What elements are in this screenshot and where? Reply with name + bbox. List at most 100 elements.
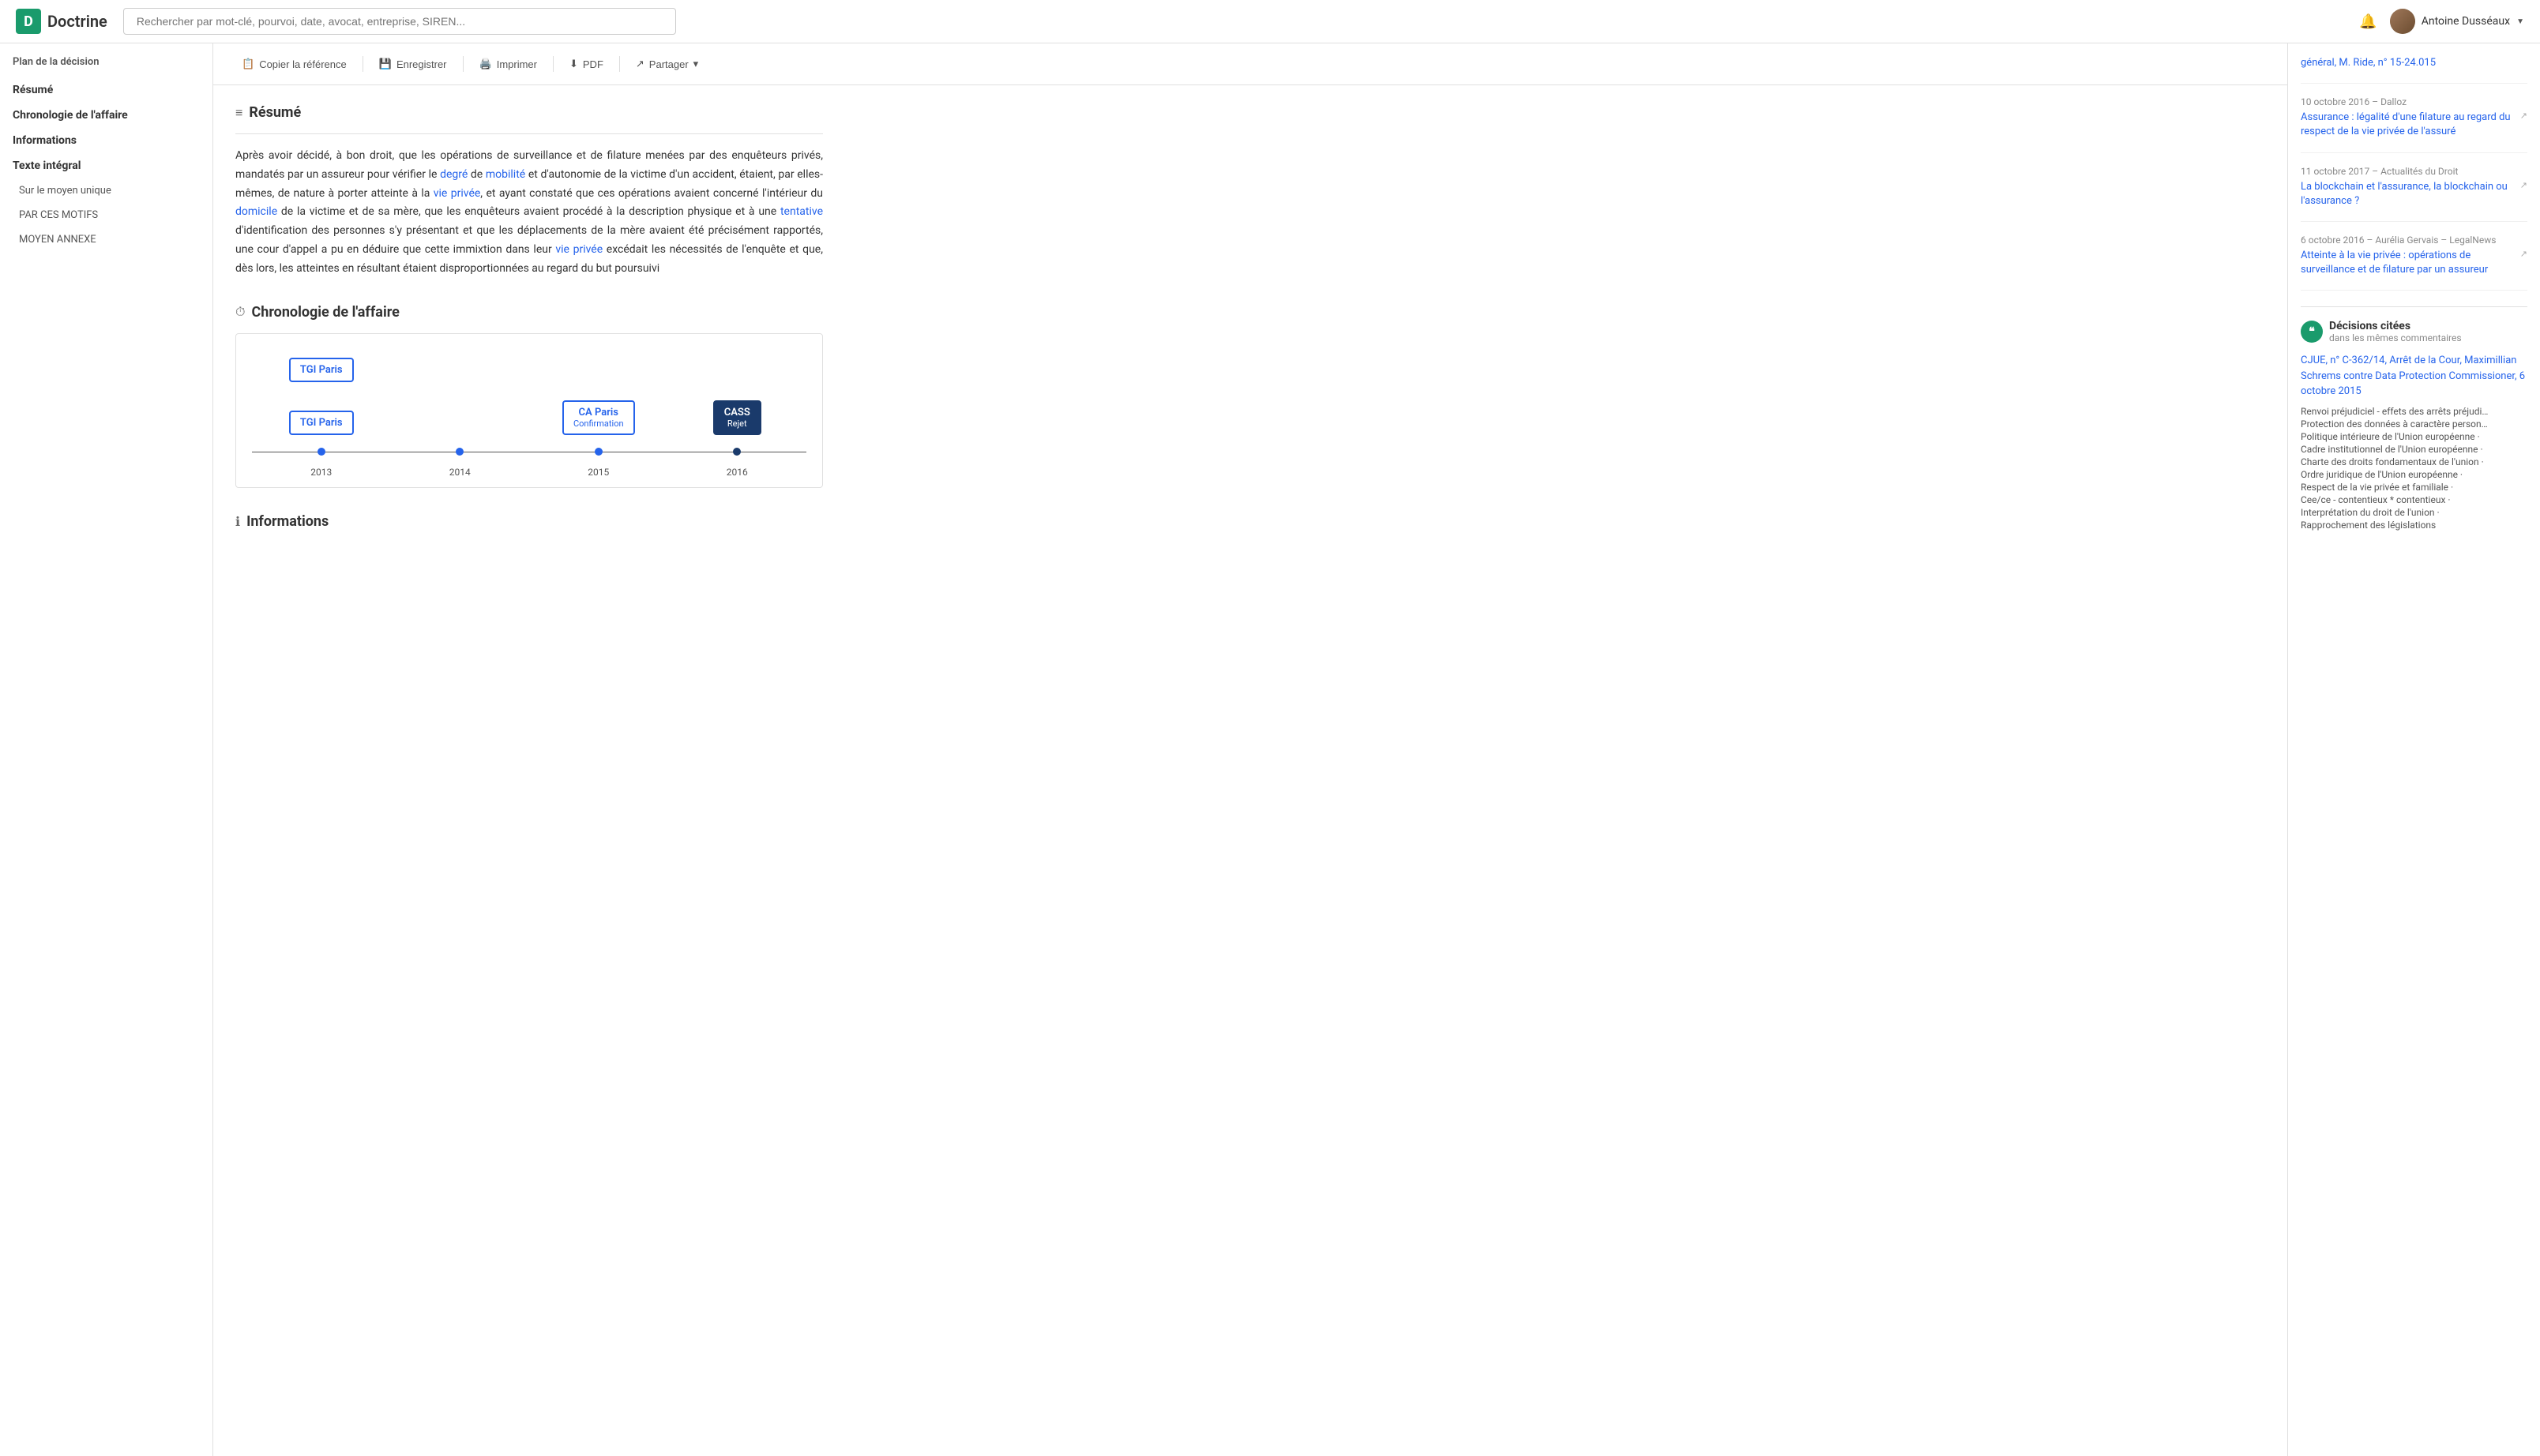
article-0: général, M. Ride, n° 15-24.015 — [2301, 56, 2527, 84]
avatar — [2390, 9, 2415, 34]
timeline-dot-3 — [733, 448, 741, 456]
quote-badge: ❝ — [2301, 321, 2323, 343]
link-tentative[interactable]: tentative — [780, 205, 823, 218]
article-2: 11 octobre 2017 – Actualités du Droit ↗ … — [2301, 166, 2527, 222]
resume-section: ≡ Résumé Après avoir décidé, à bon droit… — [235, 104, 823, 279]
dot-col-0 — [252, 448, 391, 456]
article-3-title[interactable]: Atteinte à la vie privée : opérations de… — [2301, 249, 2527, 277]
timeline-box-cass[interactable]: CASS Rejet — [713, 400, 761, 435]
toolbar: 📋 Copier la référence 💾 Enregistrer 🖨️ I… — [213, 43, 2287, 85]
tag-2: Politique intérieure de l'Union européen… — [2301, 431, 2527, 442]
article-1-meta: 10 octobre 2016 – Dalloz — [2301, 96, 2527, 107]
decision-main-title[interactable]: CJUE, n° C-362/14, Arrêt de la Cour, Max… — [2301, 353, 2527, 400]
timeline-box-ca-paris[interactable]: CA Paris Confirmation — [562, 400, 635, 435]
external-link-icon-3: ↗ — [2520, 249, 2527, 259]
link-domicile[interactable]: domicile — [235, 205, 277, 218]
sidebar-item-par-ces-motifs[interactable]: PAR CES MOTIFS — [0, 203, 212, 227]
timeline-label-2015: 2015 — [529, 467, 668, 478]
timeline-label-2016: 2016 — [668, 467, 807, 478]
chevron-down-icon: ▼ — [2516, 17, 2524, 26]
resume-divider — [235, 133, 823, 134]
link-vie-privee-2[interactable]: vie privée — [555, 243, 603, 256]
chronologie-header: ⏱ Chronologie de l'affaire — [235, 304, 823, 321]
dot-col-3 — [668, 448, 807, 456]
share-button[interactable]: ↗ Partager ▾ — [626, 53, 708, 75]
sidebar-item-moyen-unique[interactable]: Sur le moyen unique — [0, 178, 212, 203]
resume-title: Résumé — [249, 104, 301, 121]
timeline-dot-0 — [318, 448, 325, 456]
timeline-dots-row — [252, 448, 806, 456]
article-1-title[interactable]: Assurance : légalité d'une filature au r… — [2301, 111, 2527, 139]
article-2-meta: 11 octobre 2017 – Actualités du Droit — [2301, 166, 2527, 177]
main-layout: Plan de la décision Résumé Chronologie d… — [0, 43, 2540, 1456]
timeline-container: TGI Paris TGI Paris CA Paris — [235, 333, 823, 488]
article-3: 6 octobre 2016 – Aurélia Gervais – Legal… — [2301, 235, 2527, 291]
notification-bell-icon[interactable]: 🔔 — [2359, 13, 2377, 30]
save-button[interactable]: 💾 Enregistrer — [370, 53, 457, 75]
decisions-citees-section: ❝ Décisions citées dans les mêmes commen… — [2301, 306, 2527, 531]
article-1: 10 octobre 2016 – Dalloz ↗ Assurance : l… — [2301, 96, 2527, 152]
link-mobilite[interactable]: mobilité — [486, 168, 525, 181]
article-3-meta: 6 octobre 2016 – Aurélia Gervais – Legal… — [2301, 235, 2527, 246]
dot-col-1 — [391, 448, 530, 456]
decisions-subtitle: dans les mêmes commentaires — [2329, 332, 2462, 343]
article-0-title[interactable]: général, M. Ride, n° 15-24.015 — [2301, 56, 2527, 70]
sidebar-item-moyen-annexe[interactable]: MOYEN ANNEXE — [0, 227, 212, 252]
header-right: 🔔 Antoine Dusséaux ▼ — [2359, 9, 2524, 34]
sidebar-title: Plan de la décision — [0, 56, 212, 77]
decisions-title: Décisions citées — [2329, 320, 2462, 332]
sidebar-item-resume[interactable]: Résumé — [0, 77, 212, 103]
pdf-icon: ⬇ — [569, 58, 578, 70]
tag-7: Cee/ce - contentieux * contentieux · — [2301, 494, 2527, 505]
informations-section: ℹ Informations — [235, 513, 823, 530]
user-name-label: Antoine Dusséaux — [2422, 15, 2510, 28]
share-icon: ↗ — [636, 58, 644, 70]
share-chevron-icon: ▾ — [693, 58, 699, 70]
chronologie-section: ⏱ Chronologie de l'affaire TGI Paris TGI… — [235, 304, 823, 488]
tag-8: Interprétation du droit de l'union · — [2301, 507, 2527, 518]
timeline-box-tgi-paris-2[interactable]: TGI Paris — [289, 411, 354, 435]
pdf-button[interactable]: ⬇ PDF — [560, 53, 613, 75]
copy-reference-button[interactable]: 📋 Copier la référence — [232, 53, 356, 75]
tag-6: Respect de la vie privée et familiale · — [2301, 482, 2527, 493]
save-icon: 💾 — [379, 58, 392, 70]
tag-0: Renvoi préjudiciel - effets des arrêts p… — [2301, 406, 2527, 417]
resume-header: ≡ Résumé — [235, 104, 823, 121]
sidebar-item-chronologie[interactable]: Chronologie de l'affaire — [0, 103, 212, 128]
link-vie-privee-1[interactable]: vie privée — [434, 187, 481, 200]
tag-4: Charte des droits fondamentaux de l'unio… — [2301, 456, 2527, 467]
dot-col-2 — [529, 448, 668, 456]
user-menu[interactable]: Antoine Dusséaux ▼ — [2390, 9, 2524, 34]
tag-5: Ordre juridique de l'Union européenne · — [2301, 469, 2527, 480]
timeline-dot-2 — [595, 448, 603, 456]
chronologie-icon: ⏱ — [235, 304, 245, 320]
print-icon: 🖨️ — [479, 58, 492, 70]
sidebar-item-informations[interactable]: Informations — [0, 128, 212, 153]
timeline-dot-1 — [456, 448, 464, 456]
toolbar-separator-3 — [553, 56, 554, 72]
search-input[interactable] — [123, 8, 676, 35]
tag-1: Protection des données à caractère perso… — [2301, 418, 2527, 430]
timeline-box-tgi-paris-1[interactable]: TGI Paris — [289, 358, 354, 382]
right-sidebar: général, M. Ride, n° 15-24.015 10 octobr… — [2287, 43, 2540, 1456]
left-sidebar: Plan de la décision Résumé Chronologie d… — [0, 43, 213, 1456]
document: ≡ Résumé Après avoir décidé, à bon droit… — [213, 85, 845, 561]
app-title: Doctrine — [47, 12, 107, 31]
decision-tags: Renvoi préjudiciel - effets des arrêts p… — [2301, 406, 2527, 531]
external-link-icon-2: ↗ — [2520, 180, 2527, 190]
decisions-header: ❝ Décisions citées dans les mêmes commen… — [2301, 320, 2527, 343]
tag-3: Cadre institutionnel de l'Union européen… — [2301, 444, 2527, 455]
article-2-title[interactable]: La blockchain et l'assurance, la blockch… — [2301, 180, 2527, 208]
link-degre[interactable]: degré — [440, 168, 468, 181]
print-button[interactable]: 🖨️ Imprimer — [470, 53, 547, 75]
informations-title: Informations — [246, 513, 329, 530]
copy-icon: 📋 — [242, 58, 254, 70]
informations-icon: ℹ — [235, 514, 240, 529]
articles-list: général, M. Ride, n° 15-24.015 10 octobr… — [2301, 56, 2527, 291]
sidebar-item-texte-integral[interactable]: Texte intégral — [0, 153, 212, 178]
chronologie-title: Chronologie de l'affaire — [251, 304, 399, 321]
informations-header: ℹ Informations — [235, 513, 823, 530]
toolbar-separator-4 — [619, 56, 620, 72]
doctrine-logo-icon: D — [16, 9, 41, 34]
toolbar-separator-2 — [463, 56, 464, 72]
